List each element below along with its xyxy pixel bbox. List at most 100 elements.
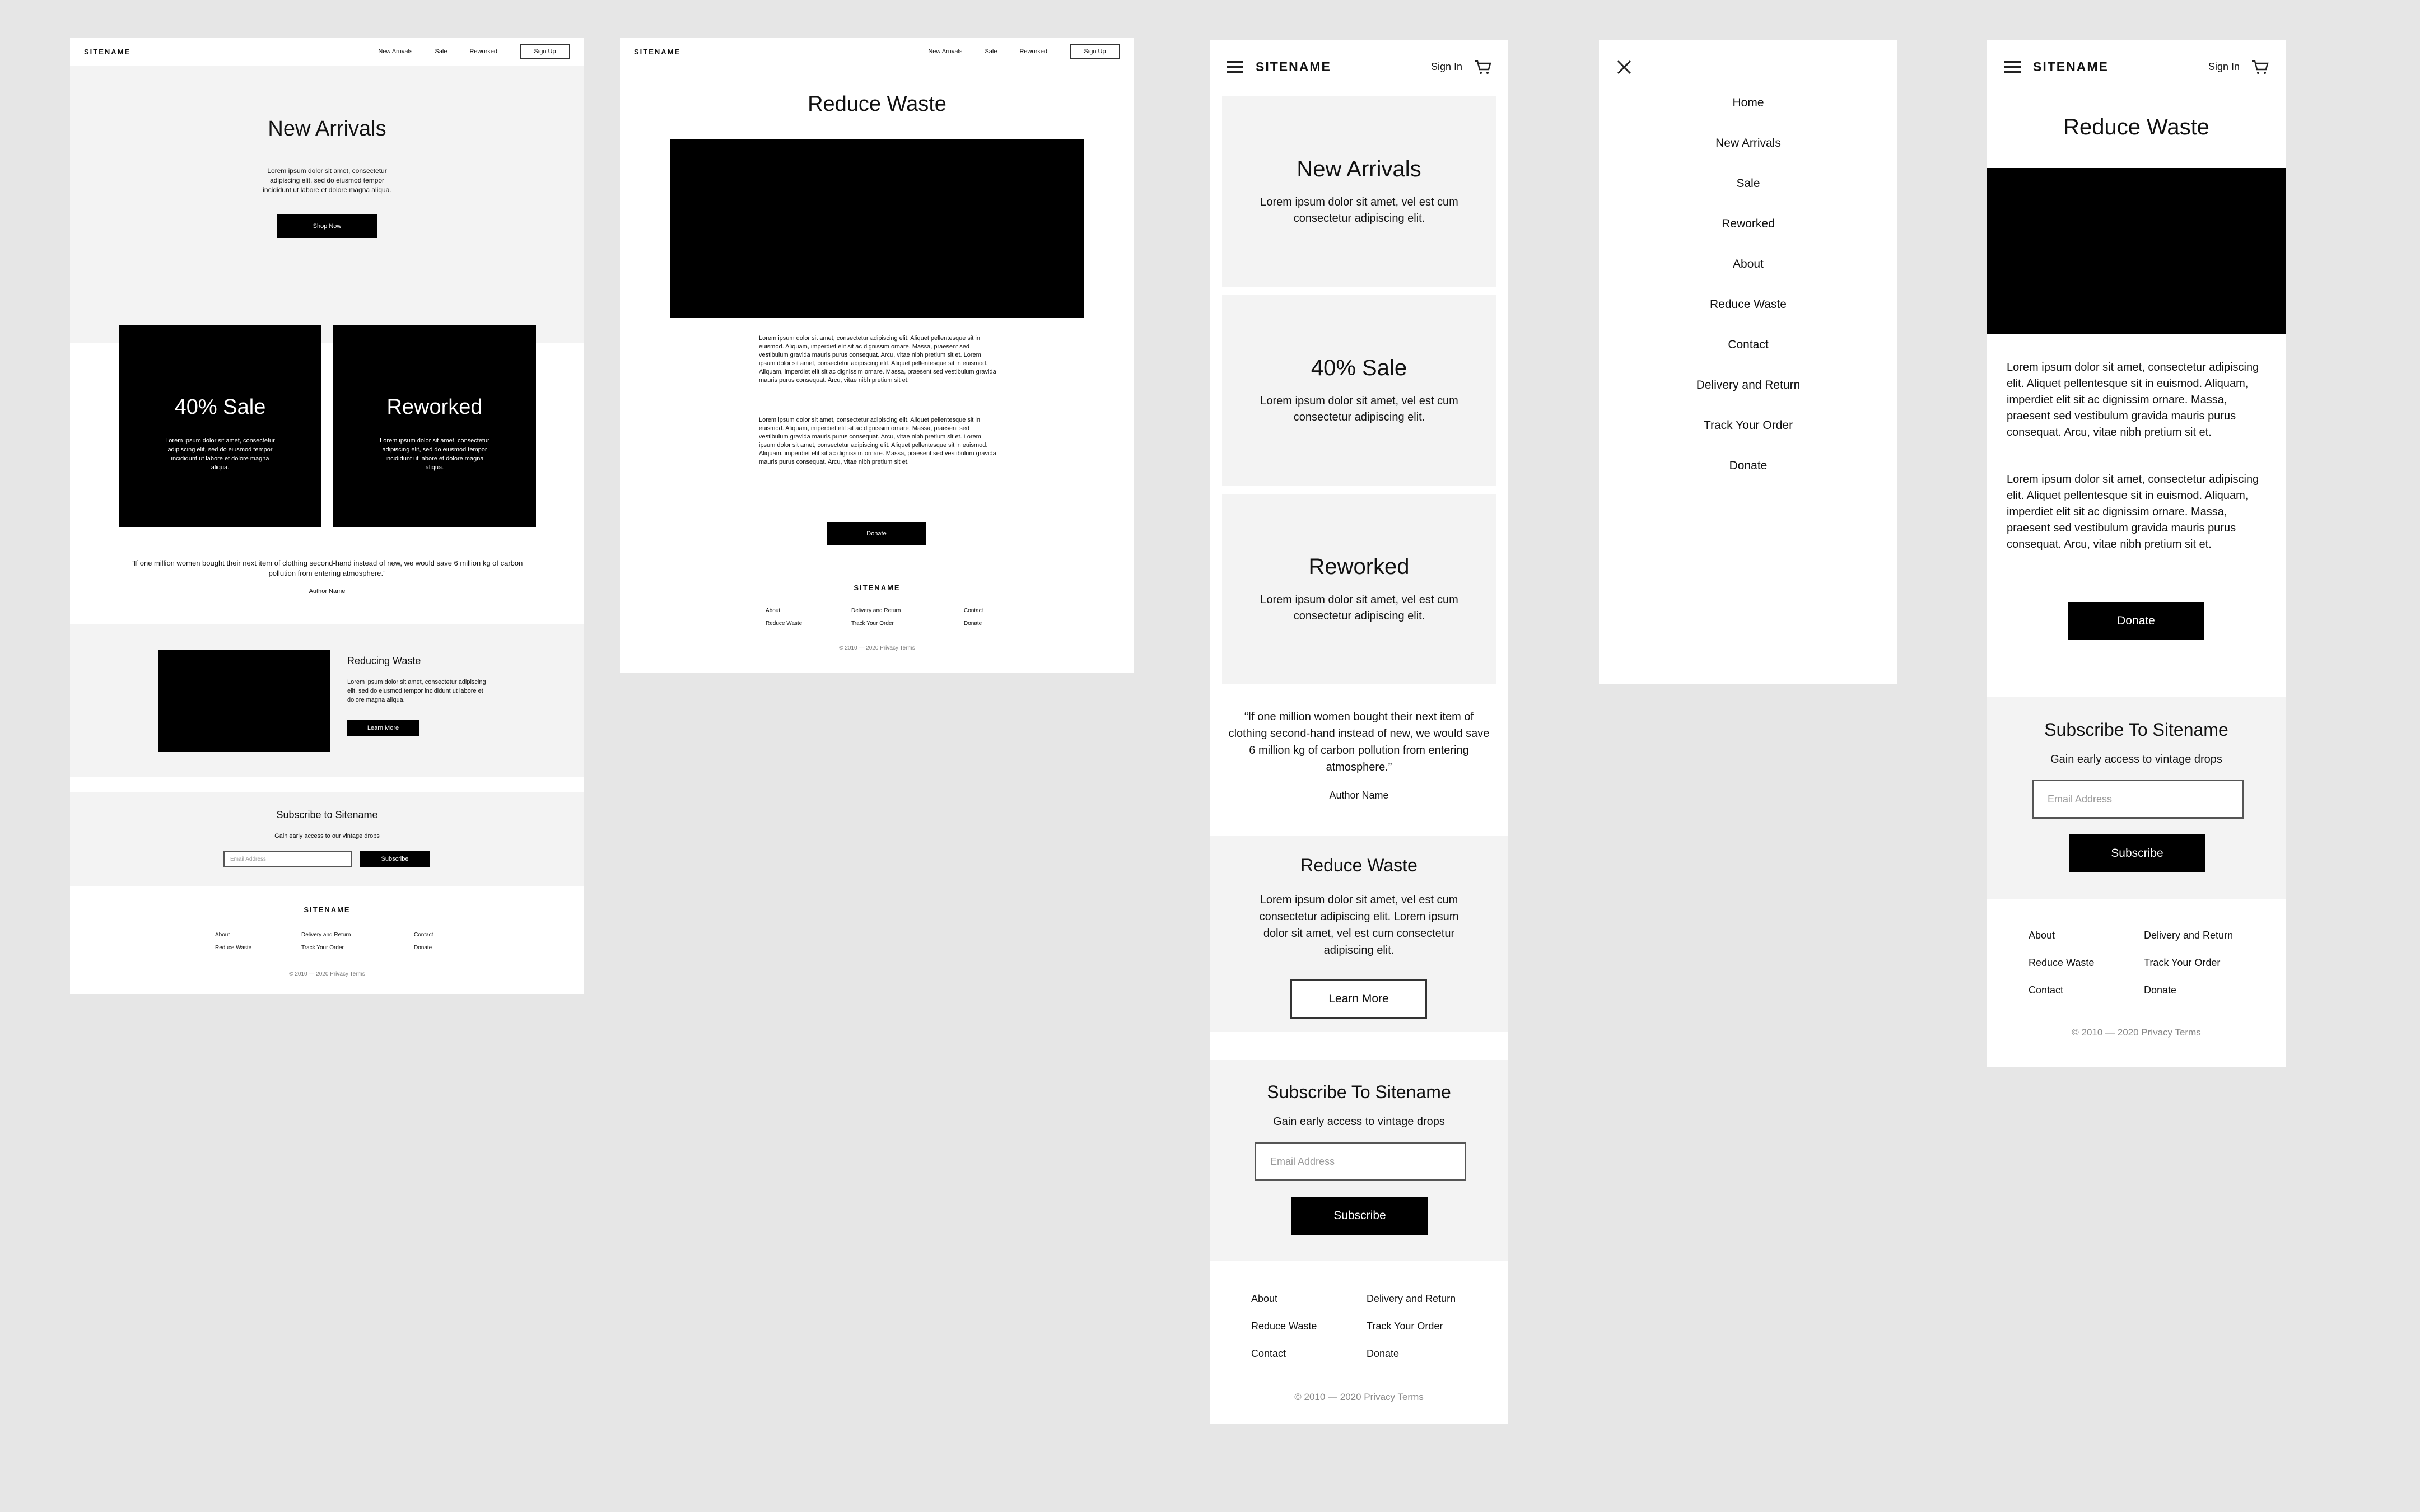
- signup-button[interactable]: Sign Up: [1070, 44, 1120, 59]
- logo[interactable]: SITENAME: [634, 48, 680, 56]
- mobile-card-reworked[interactable]: Reworked Lorem ipsum dolor sit amet, vel…: [1222, 494, 1496, 684]
- nav-item-sale[interactable]: Sale: [985, 48, 997, 55]
- nav-item-new-arrivals[interactable]: New Arrivals: [928, 48, 962, 55]
- header: SITENAME New Arrivals Sale Reworked Sign…: [620, 38, 1134, 66]
- subscribe-button[interactable]: Subscribe: [1291, 1197, 1428, 1235]
- desktop-waste-frame: SITENAME New Arrivals Sale Reworked Sign…: [620, 38, 1134, 673]
- footer-link-delivery[interactable]: Delivery and Return: [851, 608, 901, 614]
- footer-link-about[interactable]: About: [2029, 930, 2094, 941]
- quote-author: Author Name: [309, 588, 346, 595]
- footer-link-about[interactable]: About: [1251, 1293, 1317, 1305]
- donate-button[interactable]: Donate: [2068, 602, 2204, 640]
- footer-col-2: Delivery and Return Track Your Order Don…: [1367, 1293, 1456, 1360]
- subscribe-button[interactable]: Subscribe: [2069, 834, 2205, 872]
- signin-link[interactable]: Sign In: [2208, 61, 2240, 73]
- menu-item-delivery[interactable]: Delivery and Return: [1696, 379, 1801, 419]
- mobile-card-sale[interactable]: 40% Sale Lorem ipsum dolor sit amet, vel…: [1222, 295, 1496, 486]
- card-title: Reworked: [1308, 554, 1410, 579]
- footer-col-3: Contact Donate: [964, 608, 983, 627]
- nav-item-reworked[interactable]: Reworked: [469, 48, 497, 55]
- footer-link-about[interactable]: About: [766, 608, 802, 614]
- body-paragraph-2: Lorem ipsum dolor sit amet, consectetur …: [2007, 473, 2259, 550]
- footer-link-track-order[interactable]: Track Your Order: [1367, 1320, 1456, 1332]
- subscribe-text: Gain early access to vintage drops: [1273, 1116, 1445, 1128]
- footer-link-contact[interactable]: Contact: [414, 932, 433, 938]
- menu-item-new-arrivals[interactable]: New Arrivals: [1715, 137, 1781, 177]
- footer-link-contact[interactable]: Contact: [1251, 1348, 1317, 1360]
- email-input[interactable]: Email Address: [1255, 1142, 1466, 1181]
- section-title: Reduce Waste: [1300, 855, 1418, 875]
- footer-link-about[interactable]: About: [215, 932, 251, 938]
- footer-link-reduce-waste[interactable]: Reduce Waste: [2029, 957, 2094, 969]
- hero-image: [670, 139, 1084, 318]
- menu-item-track-order[interactable]: Track Your Order: [1704, 419, 1793, 459]
- nav-item-reworked[interactable]: Reworked: [1019, 48, 1047, 55]
- footer-link-track-order[interactable]: Track Your Order: [301, 945, 351, 951]
- menu-item-donate[interactable]: Donate: [1729, 459, 1768, 500]
- close-icon[interactable]: [1616, 59, 1633, 76]
- menu-item-home[interactable]: Home: [1732, 96, 1764, 137]
- footer-link-delivery[interactable]: Delivery and Return: [1367, 1293, 1456, 1305]
- footer-link-donate[interactable]: Donate: [964, 620, 983, 627]
- nav-item-new-arrivals[interactable]: New Arrivals: [378, 48, 412, 55]
- hero-title: New Arrivals: [268, 117, 386, 141]
- footer-link-donate[interactable]: Donate: [2144, 984, 2233, 996]
- footer-col-2: Delivery and Return Track Your Order: [301, 932, 351, 951]
- cart-icon[interactable]: [2251, 59, 2269, 75]
- mobile-subscribe-section: Subscribe To Sitename Gain early access …: [1210, 1060, 1508, 1261]
- email-input[interactable]: Email Address: [223, 851, 352, 867]
- footer-link-reduce-waste[interactable]: Reduce Waste: [766, 620, 802, 627]
- hamburger-icon[interactable]: [1227, 61, 1243, 73]
- shop-now-button[interactable]: Shop Now: [277, 214, 377, 238]
- sale-card-title: 40% Sale: [174, 395, 266, 419]
- footer-link-donate[interactable]: Donate: [1367, 1348, 1456, 1360]
- menu-item-about[interactable]: About: [1733, 258, 1764, 298]
- logo[interactable]: SITENAME: [2033, 59, 2109, 74]
- feature-section: Reducing Waste Lorem ipsum dolor sit ame…: [70, 624, 584, 777]
- subscribe-title: Subscribe To Sitename: [1267, 1082, 1451, 1102]
- feature-text: Lorem ipsum dolor sit amet, consectetur …: [347, 679, 486, 703]
- learn-more-button[interactable]: Learn More: [1290, 979, 1427, 1019]
- header: SITENAME New Arrivals Sale Reworked Sign…: [70, 38, 584, 66]
- email-input[interactable]: Email Address: [2032, 780, 2244, 819]
- menu-list: Home New Arrivals Sale Reworked About Re…: [1599, 96, 1897, 500]
- footer-col-1: About Reduce Waste Contact: [2029, 930, 2094, 996]
- footer-col-1: About Reduce Waste Contact: [1251, 1293, 1317, 1360]
- menu-item-reworked[interactable]: Reworked: [1722, 217, 1775, 258]
- donate-button[interactable]: Donate: [827, 522, 926, 545]
- hamburger-icon[interactable]: [2004, 61, 2021, 73]
- footer-link-donate[interactable]: Donate: [414, 945, 433, 951]
- footer-col-3: Contact Donate: [414, 932, 433, 951]
- menu-item-reduce-waste[interactable]: Reduce Waste: [1710, 298, 1787, 338]
- sale-card-text: Lorem ipsum dolor sit amet, consectetur …: [165, 437, 275, 471]
- body-paragraph-2: Lorem ipsum dolor sit amet, consectetur …: [759, 417, 996, 465]
- footer-col-2: Delivery and Return Track Your Order: [851, 608, 901, 627]
- footer-link-reduce-waste[interactable]: Reduce Waste: [215, 945, 251, 951]
- signup-button[interactable]: Sign Up: [520, 44, 570, 59]
- subscribe-button[interactable]: Subscribe: [360, 851, 430, 867]
- footer-link-track-order[interactable]: Track Your Order: [2144, 957, 2233, 969]
- menu-item-sale[interactable]: Sale: [1736, 177, 1760, 217]
- signin-link[interactable]: Sign In: [1431, 61, 1462, 73]
- reworked-card[interactable]: Reworked Lorem ipsum dolor sit amet, con…: [333, 325, 536, 527]
- mobile-menu-frame: Home New Arrivals Sale Reworked About Re…: [1599, 40, 1897, 684]
- footer-copyright: © 2010 — 2020 Privacy Terms: [2072, 1027, 2201, 1038]
- card-title: New Arrivals: [1297, 157, 1421, 181]
- mobile-card-new-arrivals[interactable]: New Arrivals Lorem ipsum dolor sit amet,…: [1222, 96, 1496, 287]
- footer-link-contact[interactable]: Contact: [2029, 984, 2094, 996]
- learn-more-button[interactable]: Learn More: [347, 720, 419, 736]
- footer-link-reduce-waste[interactable]: Reduce Waste: [1251, 1320, 1317, 1332]
- logo[interactable]: SITENAME: [84, 48, 130, 56]
- sale-card[interactable]: 40% Sale Lorem ipsum dolor sit amet, con…: [119, 325, 321, 527]
- feature-image: [158, 650, 330, 752]
- footer-col-2: Delivery and Return Track Your Order Don…: [2144, 930, 2233, 996]
- logo[interactable]: SITENAME: [1256, 59, 1331, 74]
- nav-item-sale[interactable]: Sale: [435, 48, 447, 55]
- cart-icon[interactable]: [1474, 59, 1491, 75]
- menu-item-contact[interactable]: Contact: [1728, 338, 1768, 379]
- footer-link-delivery[interactable]: Delivery and Return: [2144, 930, 2233, 941]
- subscribe-text: Gain early access to vintage drops: [2050, 753, 2222, 766]
- footer-link-delivery[interactable]: Delivery and Return: [301, 932, 351, 938]
- footer-link-contact[interactable]: Contact: [964, 608, 983, 614]
- footer-link-track-order[interactable]: Track Your Order: [851, 620, 901, 627]
